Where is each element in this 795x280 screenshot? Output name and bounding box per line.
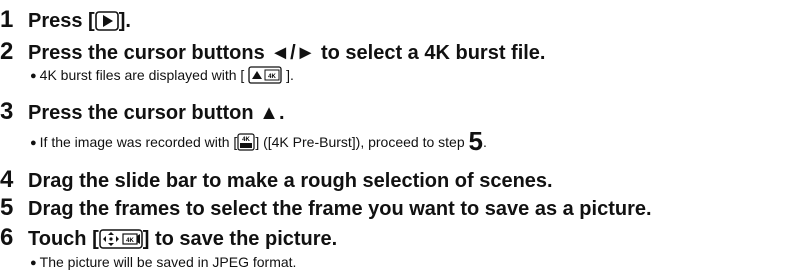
step-text-post: ] to save the picture. bbox=[142, 228, 338, 250]
step-2-note: ● 4K burst files are displayed with [ 4K … bbox=[30, 66, 294, 84]
step-number: 2 bbox=[0, 38, 14, 65]
step-text-pre: Press [ bbox=[28, 10, 95, 32]
step-6: 6 Touch [ 4K ] to save the picture. bbox=[0, 224, 337, 252]
icon-label: 4K bbox=[126, 238, 134, 244]
step-number: 5 bbox=[0, 194, 14, 221]
step-6-note: ● The picture will be saved in JPEG forma… bbox=[30, 254, 296, 270]
note-pre: If the image was recorded with [ bbox=[39, 134, 238, 150]
4k-pre-burst-icon: 4K bbox=[237, 133, 255, 151]
step-reference: 5 bbox=[468, 126, 483, 156]
4k-burst-file-icon: 4K bbox=[248, 66, 282, 84]
note-post: ]. bbox=[286, 67, 294, 83]
step-3: 3 Press the cursor button ▲. bbox=[0, 98, 285, 126]
bullet: ● bbox=[30, 257, 37, 269]
bullet: ● bbox=[30, 70, 37, 82]
icon-label: 4K bbox=[268, 74, 276, 80]
note-pre: 4K burst files are displayed with [ bbox=[39, 67, 245, 83]
note-post: . bbox=[482, 134, 487, 150]
save-picture-icon: 4K bbox=[98, 229, 143, 249]
step-3-note: ● If the image was recorded with [ 4K ] ([4… bbox=[30, 126, 487, 157]
step-text-post: ]. bbox=[118, 10, 131, 32]
step-text: Press the cursor button ▲. bbox=[28, 102, 285, 124]
step-number: 1 bbox=[0, 6, 14, 33]
step-number: 6 bbox=[0, 224, 14, 251]
step-text: Drag the frames to select the frame you … bbox=[28, 198, 652, 220]
step-text: Drag the slide bar to make a rough selec… bbox=[28, 170, 553, 192]
play-button-icon bbox=[94, 11, 119, 31]
icon-label: 4K bbox=[242, 137, 250, 143]
note-text: The picture will be saved in JPEG format… bbox=[39, 254, 297, 270]
bullet: ● bbox=[30, 137, 37, 149]
step-4: 4 Drag the slide bar to make a rough sele… bbox=[0, 166, 553, 194]
note-mid: ] ([4K Pre-Burst]), proceed to step bbox=[255, 134, 469, 150]
step-2: 2 Press the cursor buttons ◄/► to select … bbox=[0, 38, 546, 66]
step-1: 1 Press []. bbox=[0, 6, 131, 34]
step-number: 3 bbox=[0, 98, 14, 125]
step-text-pre: Touch [ bbox=[28, 228, 99, 250]
step-5: 5 Drag the frames to select the frame you… bbox=[0, 194, 652, 222]
step-number: 4 bbox=[0, 166, 14, 193]
step-text: Press the cursor buttons ◄/► to select a… bbox=[28, 42, 546, 64]
